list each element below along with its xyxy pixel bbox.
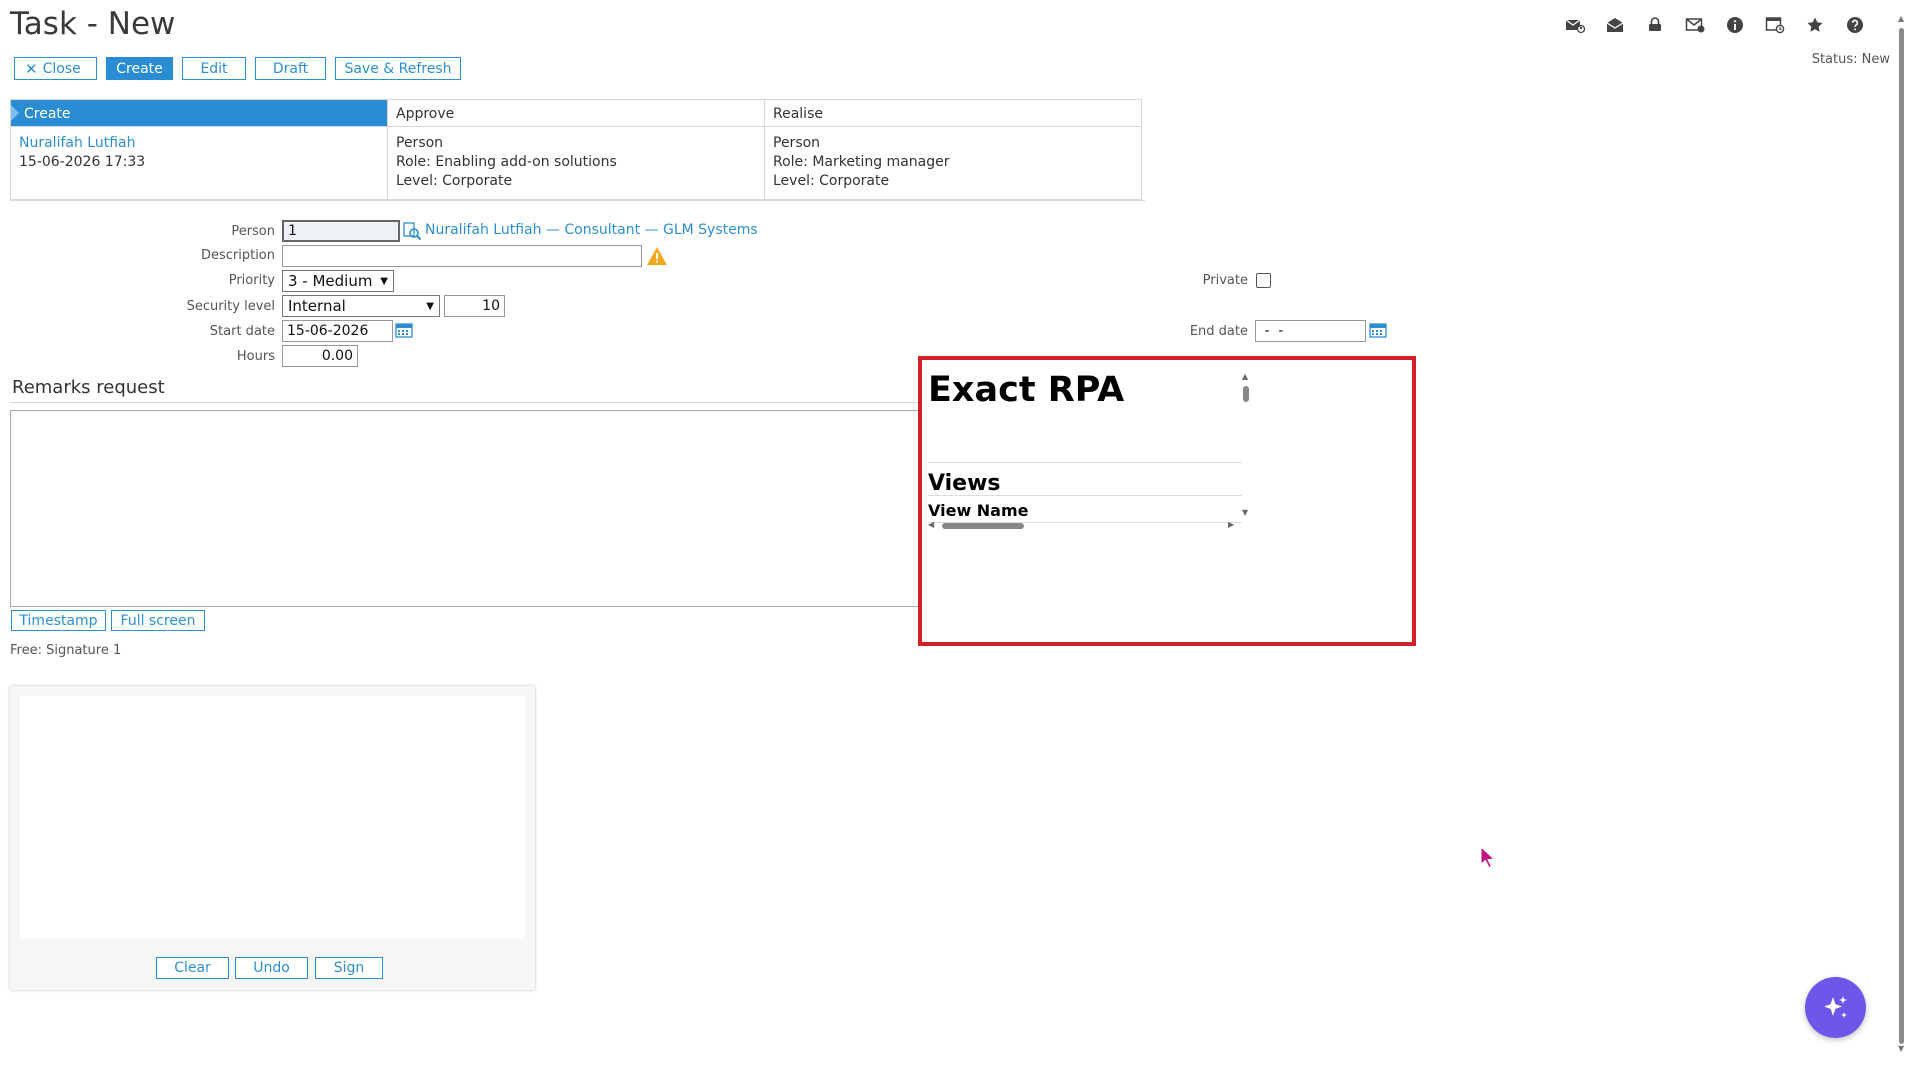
security-level-value: Internal bbox=[288, 297, 346, 315]
hours-label: Hours bbox=[236, 349, 275, 364]
mail-check-icon[interactable] bbox=[1684, 14, 1706, 36]
undo-button[interactable]: Undo bbox=[235, 957, 308, 979]
card-history-icon[interactable] bbox=[1764, 14, 1786, 36]
scroll-thumb[interactable] bbox=[1243, 386, 1249, 402]
chevron-down-icon: ▼ bbox=[380, 275, 388, 287]
workflow-line: Role: Marketing manager bbox=[773, 154, 950, 170]
priority-value: 3 - Medium bbox=[288, 272, 373, 290]
workflow-person-link[interactable]: Nuralifah Lutfiah bbox=[19, 134, 379, 153]
mail-person-icon[interactable] bbox=[1564, 14, 1586, 36]
workflow-step-approve: Approve Person Role: Enabling add-on sol… bbox=[388, 99, 765, 200]
workflow-date: 15-06-2026 17:33 bbox=[19, 154, 146, 170]
rpa-panel: Exact RPA Views View Name ▲ ▼ ◀ ▶ bbox=[918, 356, 1416, 646]
close-button[interactable]: ✕ Close bbox=[14, 57, 97, 80]
remarks-title: Remarks request bbox=[12, 377, 165, 398]
priority-select[interactable]: 3 - Medium ▼ bbox=[282, 270, 394, 292]
remarks-textarea[interactable] bbox=[10, 410, 950, 607]
ai-assistant-button[interactable] bbox=[1805, 977, 1866, 1038]
clear-button[interactable]: Clear bbox=[156, 957, 229, 979]
draft-button[interactable]: Draft bbox=[255, 57, 326, 80]
workflow-line: Person bbox=[773, 135, 821, 151]
status-label: Status: New bbox=[1811, 52, 1890, 67]
scroll-thumb[interactable] bbox=[1899, 28, 1904, 1044]
workflow-step-realise: Realise Person Role: Marketing manager L… bbox=[765, 99, 1142, 200]
scroll-left-icon[interactable]: ◀ bbox=[928, 520, 934, 529]
section-divider bbox=[10, 402, 950, 403]
workflow-line: Role: Enabling add-on solutions bbox=[396, 154, 617, 170]
security-level-label: Security level bbox=[186, 299, 275, 314]
lock-hand-icon[interactable] bbox=[1644, 14, 1666, 36]
signature-canvas[interactable] bbox=[20, 696, 525, 939]
workflow-step-header[interactable]: Approve bbox=[388, 100, 764, 127]
rpa-divider bbox=[928, 462, 1242, 463]
rpa-divider bbox=[928, 495, 1242, 496]
close-icon: ✕ bbox=[25, 59, 38, 78]
scroll-down-icon[interactable]: ▼ bbox=[1242, 508, 1248, 517]
start-date-input[interactable] bbox=[282, 320, 393, 342]
create-button[interactable]: Create bbox=[106, 57, 173, 80]
calendar-icon[interactable] bbox=[1369, 322, 1387, 342]
rpa-title: Exact RPA bbox=[928, 370, 1125, 410]
mail-open-icon[interactable] bbox=[1604, 14, 1626, 36]
save-refresh-button[interactable]: Save & Refresh bbox=[335, 57, 461, 80]
workflow-step-create: Create Nuralifah Lutfiah 15-06-2026 17:3… bbox=[11, 99, 388, 200]
workflow-steps: Create Nuralifah Lutfiah 15-06-2026 17:3… bbox=[10, 99, 1145, 201]
timestamp-button[interactable]: Timestamp bbox=[11, 610, 106, 631]
hours-input[interactable] bbox=[282, 345, 358, 367]
page-title: Task - New bbox=[10, 6, 176, 42]
person-label: Person bbox=[231, 224, 275, 239]
workflow-line: Level: Corporate bbox=[773, 173, 890, 189]
security-level-select[interactable]: Internal ▼ bbox=[282, 295, 440, 317]
chevron-down-icon: ▼ bbox=[426, 300, 434, 312]
person-input[interactable] bbox=[282, 220, 400, 242]
rpa-views-heading: Views bbox=[928, 471, 1001, 496]
help-icon[interactable] bbox=[1844, 14, 1866, 36]
priority-label: Priority bbox=[228, 273, 275, 288]
scroll-up-icon[interactable]: ▲ bbox=[1242, 372, 1248, 381]
description-input[interactable] bbox=[282, 245, 642, 267]
star-icon[interactable] bbox=[1804, 14, 1826, 36]
edit-button[interactable]: Edit bbox=[182, 57, 246, 80]
scroll-right-icon[interactable]: ▶ bbox=[1228, 520, 1234, 529]
security-level-number[interactable] bbox=[444, 295, 505, 317]
signature-label: Free: Signature 1 bbox=[10, 643, 122, 658]
workflow-line: Level: Corporate bbox=[396, 173, 513, 189]
toolbar: ✕ Close Create Edit Draft Save & Refresh bbox=[14, 57, 470, 80]
calendar-icon[interactable] bbox=[395, 322, 413, 342]
sparkle-icon bbox=[1823, 995, 1847, 1018]
mouse-cursor-icon bbox=[1480, 845, 1496, 872]
full-screen-button[interactable]: Full screen bbox=[111, 610, 205, 631]
scroll-down-icon[interactable]: ▼ bbox=[1898, 1044, 1904, 1053]
warning-icon bbox=[646, 246, 668, 270]
rpa-vertical-scrollbar[interactable]: ▲ ▼ bbox=[1240, 372, 1252, 522]
sign-button[interactable]: Sign bbox=[315, 957, 383, 979]
workflow-step-header[interactable]: Realise bbox=[765, 100, 1141, 127]
person-lookup-icon[interactable] bbox=[402, 221, 422, 245]
scroll-thumb[interactable] bbox=[942, 523, 1024, 529]
rpa-content: Exact RPA Views View Name bbox=[928, 370, 1248, 534]
signature-panel: Clear Undo Sign bbox=[10, 686, 535, 990]
workflow-line: Person bbox=[396, 135, 444, 151]
page-scrollbar[interactable]: ▲ ▼ bbox=[1897, 14, 1906, 1054]
private-checkbox[interactable] bbox=[1256, 273, 1271, 288]
rpa-column-header: View Name bbox=[928, 501, 1029, 520]
top-icon-bar bbox=[1564, 14, 1866, 36]
description-label: Description bbox=[200, 248, 275, 263]
person-link[interactable]: Nuralifah Lutfiah — Consultant — GLM Sys… bbox=[425, 222, 758, 238]
scroll-up-icon[interactable]: ▲ bbox=[1898, 14, 1904, 23]
workflow-step-header[interactable]: Create bbox=[11, 100, 387, 127]
private-label: Private bbox=[1202, 273, 1248, 288]
start-date-label: Start date bbox=[209, 324, 275, 339]
info-icon[interactable] bbox=[1724, 14, 1746, 36]
end-date-label: End date bbox=[1189, 324, 1248, 339]
close-button-label: Close bbox=[42, 60, 81, 77]
end-date-input[interactable] bbox=[1255, 320, 1366, 342]
rpa-horizontal-scrollbar[interactable]: ◀ ▶ bbox=[928, 520, 1238, 532]
